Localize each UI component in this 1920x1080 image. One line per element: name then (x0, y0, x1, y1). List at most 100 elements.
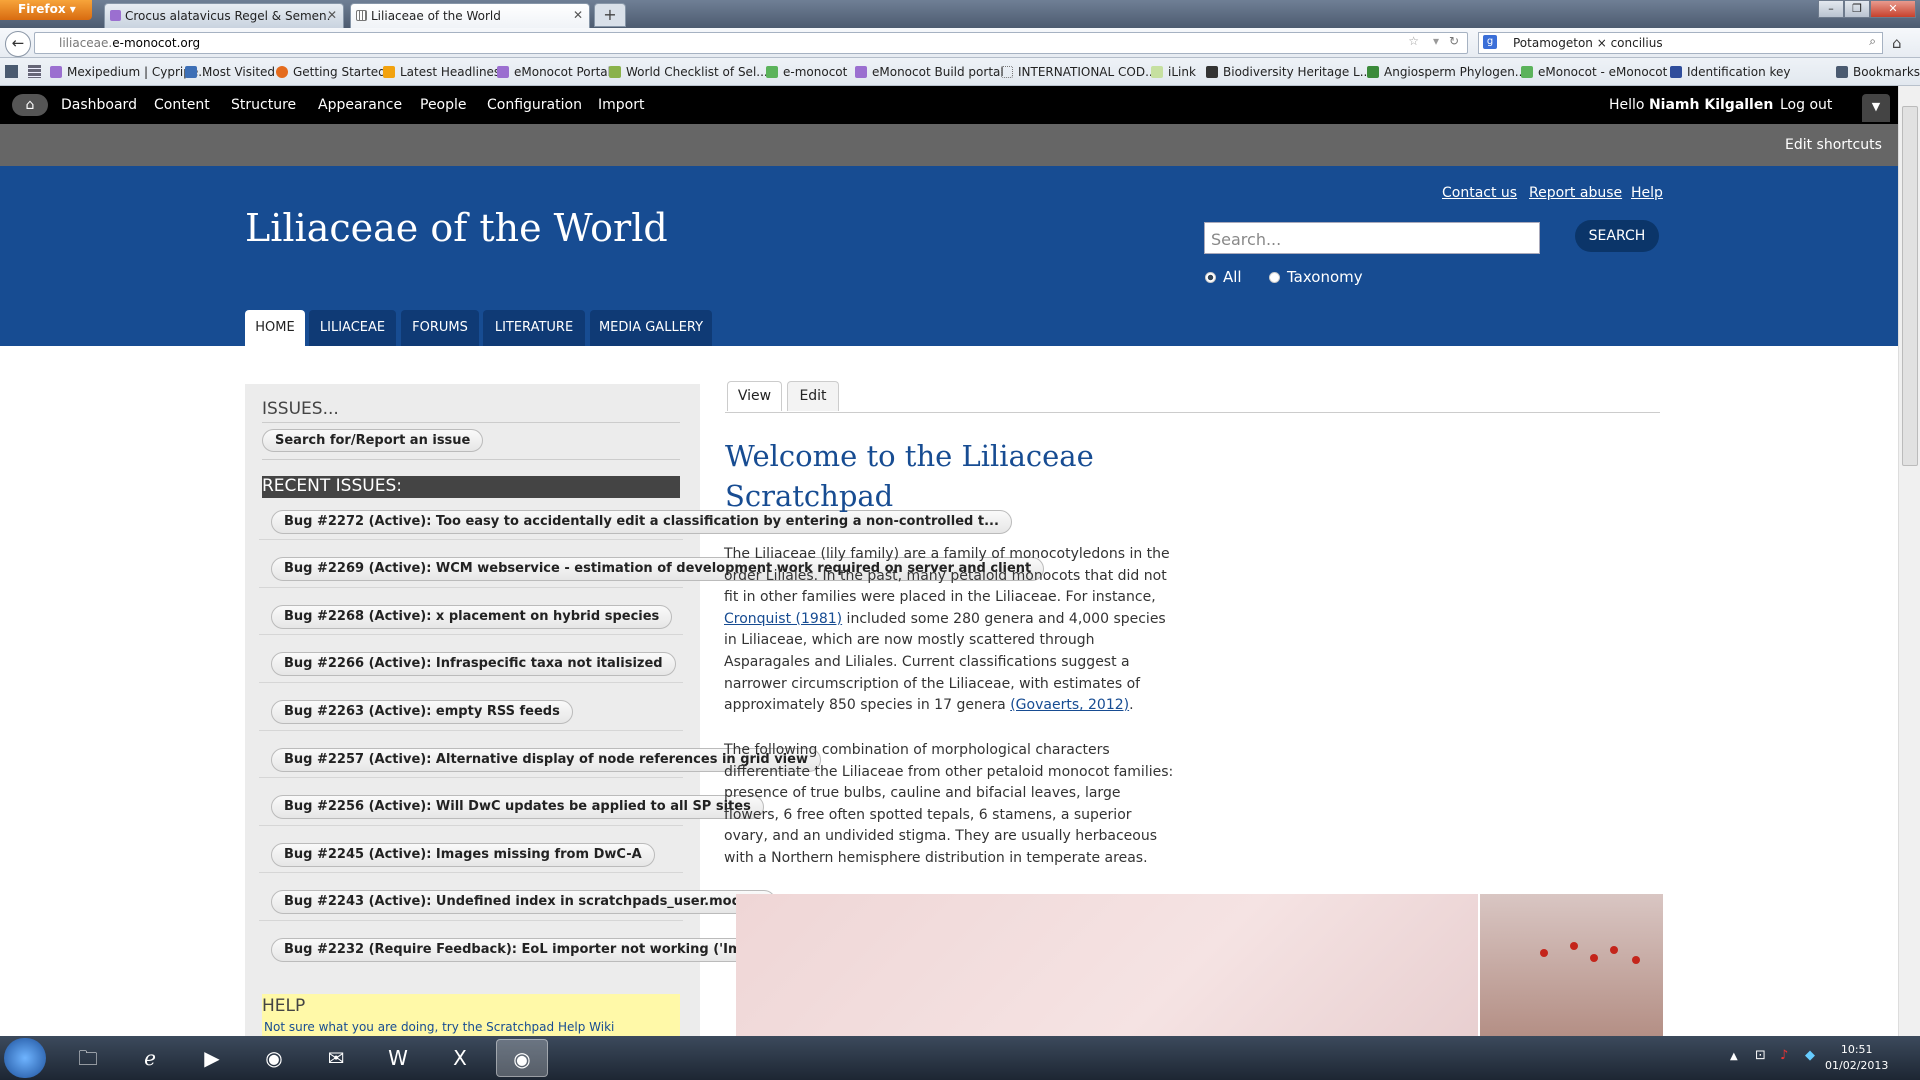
admin-menu-configuration[interactable]: Configuration (487, 97, 582, 113)
volume-muted-icon[interactable]: ♪ (1780, 1048, 1788, 1063)
bookmark-item[interactable]: iLink (1151, 65, 1196, 79)
bookmarks-menu[interactable]: Bookmarks (1836, 65, 1920, 79)
new-tab-button[interactable]: + (594, 3, 626, 27)
contact-us-link[interactable]: Contact us (1442, 185, 1517, 201)
google-icon[interactable]: g (1483, 35, 1497, 49)
tab-literature[interactable]: LITERATURE (483, 310, 585, 346)
admin-home-icon[interactable]: ⌂ (12, 94, 48, 116)
help-block: HELP Not sure what you are doing, try th… (262, 994, 680, 1036)
bookmark-item[interactable]: Most Visited (185, 65, 275, 79)
home-icon[interactable]: ⌂ (1892, 34, 1902, 52)
intro-paragraph: The Liliaceae (lily family) are a family… (724, 544, 1174, 717)
bookmark-item[interactable]: Getting Started (276, 65, 386, 79)
bookmarks-menu-icon[interactable] (5, 65, 18, 78)
back-button[interactable]: ← (5, 31, 31, 57)
issue-link[interactable]: Bug #2232 (Require Feedback): EoL import… (271, 938, 780, 962)
site-search-button[interactable]: SEARCH (1575, 220, 1659, 252)
browser-search-field[interactable]: g Potamogeton × concilius ⌕ (1478, 32, 1883, 54)
issue-link[interactable]: Bug #2263 (Active): empty RSS feeds (271, 700, 573, 724)
explorer-icon[interactable]: 🗀 (62, 1039, 114, 1077)
divider (259, 682, 683, 683)
greeting-text: Hello (1609, 97, 1645, 113)
outlook-icon[interactable]: ✉ (310, 1039, 362, 1077)
govaerts-reference-link[interactable]: (Govaerts, 2012) (1010, 697, 1129, 713)
cronquist-reference-link[interactable]: Cronquist (1981) (724, 611, 842, 627)
bookmark-star-icon[interactable]: ☆ (1408, 34, 1419, 48)
bookmark-item[interactable]: INTERNATIONAL COD... (1001, 65, 1157, 79)
dropdown-arrow-icon[interactable]: ▾ (1433, 34, 1439, 48)
system-clock[interactable]: 10:51 01/02/2013 (1825, 1042, 1888, 1074)
tab-forums[interactable]: FORUMS (401, 310, 479, 346)
dropbox-icon[interactable]: ◆ (1805, 1048, 1815, 1063)
logout-link[interactable]: Log out (1780, 97, 1832, 113)
bookmark-favicon-icon (1670, 66, 1682, 78)
firefox-active-icon[interactable]: ◉ (496, 1039, 548, 1077)
restore-window-button[interactable]: ❐ (1844, 0, 1870, 18)
site-search-input[interactable]: Search... (1204, 222, 1540, 254)
reload-icon[interactable]: ↻ (1449, 34, 1459, 48)
issue-link[interactable]: Bug #2256 (Active): Will DwC updates be … (271, 795, 764, 819)
close-tab-icon[interactable]: ✕ (327, 8, 337, 22)
gallery-image-flower-closeup[interactable] (736, 894, 1478, 1036)
scrollbar-thumb[interactable] (1902, 106, 1918, 466)
bookmark-item[interactable]: Identification key (1670, 65, 1791, 79)
bookmark-item[interactable]: eMonocot - eMonocot (1521, 65, 1667, 79)
search-icon[interactable]: ⌕ (1869, 34, 1876, 49)
apps-grid-icon[interactable] (28, 65, 41, 78)
issue-link[interactable]: Bug #2268 (Active): x placement on hybri… (271, 605, 673, 629)
tab-crocus[interactable]: Crocus alatavicus Regel & Semen. ✕ (104, 3, 344, 28)
help-link[interactable]: Help (1631, 185, 1663, 201)
admin-menu-appearance[interactable]: Appearance (318, 97, 402, 113)
tab-view[interactable]: View (727, 381, 782, 411)
internet-explorer-icon[interactable]: ℯ (124, 1039, 176, 1077)
help-text[interactable]: Not sure what you are doing, try the Scr… (264, 1020, 614, 1034)
bookmark-label: INTERNATIONAL COD... (1018, 65, 1157, 79)
tab-home[interactable]: HOME (245, 310, 305, 346)
site-header: Liliaceae of the World Contact us Report… (0, 166, 1898, 346)
search-report-issue-button[interactable]: Search for/Report an issue (262, 429, 484, 452)
radio-taxonomy[interactable]: Taxonomy (1269, 268, 1363, 286)
tab-liliaceae[interactable]: Liliaceae of the World ✕ (350, 3, 590, 28)
issue-link[interactable]: Bug #2243 (Active): Undefined index in s… (271, 890, 777, 914)
tab-edit[interactable]: Edit (787, 381, 839, 411)
page-scrollbar[interactable] (1898, 86, 1920, 1036)
admin-menu-people[interactable]: People (420, 97, 467, 113)
admin-menu-dashboard[interactable]: Dashboard (61, 97, 137, 113)
word-icon[interactable]: W (372, 1039, 424, 1077)
report-abuse-link[interactable]: Report abuse (1529, 185, 1622, 201)
minimize-window-button[interactable]: – (1818, 0, 1844, 18)
bookmark-item[interactable]: Latest Headlines (383, 65, 500, 79)
radio-all[interactable]: All (1205, 268, 1242, 286)
close-tab-icon[interactable]: ✕ (573, 8, 583, 22)
gallery-image-tulip-field[interactable] (1480, 894, 1663, 1036)
issue-link[interactable]: Bug #2266 (Active): Infraspecific taxa n… (271, 652, 676, 676)
media-player-icon[interactable]: ▶ (186, 1039, 238, 1077)
tab-liliaceae[interactable]: LILIACEAE (309, 310, 396, 346)
bookmark-item[interactable]: eMonocot Portal (497, 65, 611, 79)
firefox-menu-label: Firefox (18, 2, 66, 16)
start-button-icon[interactable] (4, 1038, 46, 1078)
excel-icon[interactable]: X (434, 1039, 486, 1077)
bookmark-item[interactable]: Angiosperm Phylogen... (1367, 65, 1526, 79)
edit-shortcuts-link[interactable]: Edit shortcuts (1785, 137, 1882, 153)
toolbar-drawer-toggle-icon[interactable]: ▼ (1862, 94, 1890, 122)
bookmark-item[interactable]: e-monocot (766, 65, 847, 79)
issue-link[interactable]: Bug #2245 (Active): Images missing from … (271, 843, 655, 867)
admin-menu-content[interactable]: Content (154, 97, 210, 113)
site-name[interactable]: Liliaceae of the World (245, 206, 668, 250)
bookmark-favicon-icon (855, 66, 867, 78)
bookmark-item[interactable]: Biodiversity Heritage L... (1206, 65, 1371, 79)
admin-menu-structure[interactable]: Structure (231, 97, 296, 113)
user-name[interactable]: Niamh Kilgallen (1649, 97, 1773, 113)
tab-media-gallery[interactable]: MEDIA GALLERY (590, 310, 712, 346)
bookmark-item[interactable]: eMonocot Build portal (855, 65, 1004, 79)
bookmark-item[interactable]: World Checklist of Sel... (609, 65, 768, 79)
show-hidden-icons-icon[interactable]: ▲ (1730, 1051, 1738, 1062)
firefox-icon[interactable]: ◉ (248, 1039, 300, 1077)
admin-menu-import[interactable]: Import (598, 97, 644, 113)
close-window-button[interactable]: ✕ (1870, 0, 1916, 18)
url-bar[interactable]: liliaceae.e-monocot.org ☆ ▾ ↻ (34, 32, 1468, 54)
firefox-menu-button[interactable]: Firefox ▾ (0, 0, 92, 20)
network-icon[interactable]: ⊡ (1755, 1048, 1766, 1063)
flower-mark (1610, 946, 1618, 954)
